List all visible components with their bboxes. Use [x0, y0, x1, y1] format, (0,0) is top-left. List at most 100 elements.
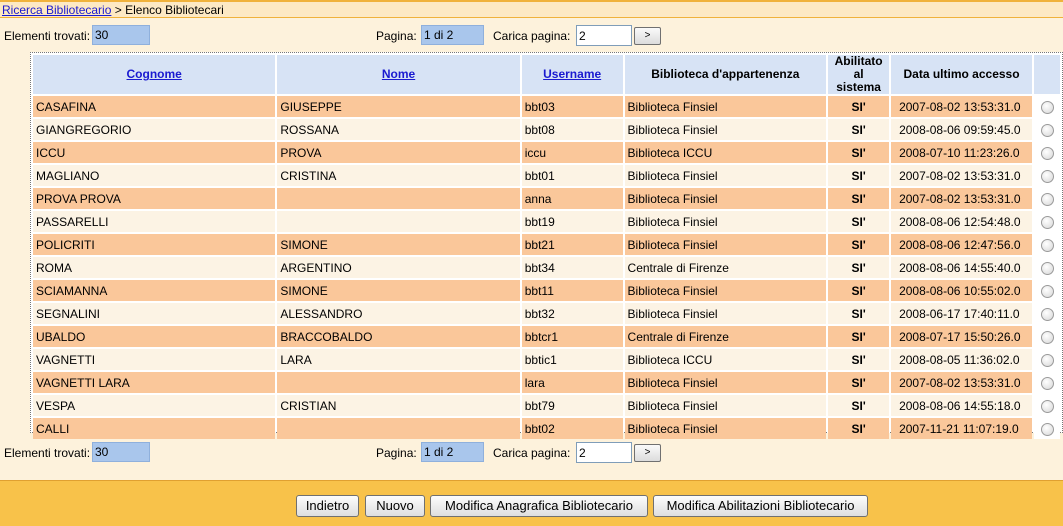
cell-nome: SIMONE — [277, 234, 520, 255]
cell-data: 2007-11-21 11:07:19.0 — [891, 418, 1032, 439]
cell-username: bbt79 — [521, 395, 623, 416]
cell-select — [1034, 96, 1060, 117]
cell-cognome: CALLI — [33, 418, 276, 439]
load-page-label: Carica pagina: — [493, 446, 571, 460]
found-count: 30 — [92, 442, 150, 462]
sort-cognome-link[interactable]: Cognome — [127, 67, 182, 81]
cell-select — [1034, 234, 1060, 255]
row-select-radio[interactable] — [1040, 307, 1054, 321]
indietro-button[interactable]: Indietro — [296, 495, 359, 517]
cell-select — [1034, 418, 1060, 439]
bibliotecari-table-container: Cognome Nome Username Biblioteca d'appar… — [30, 52, 1063, 439]
row-select-radio[interactable] — [1040, 376, 1054, 390]
cell-username: bbt11 — [521, 280, 623, 301]
table-row[interactable]: CASAFINA GIUSEPPE bbt03 Biblioteca Finsiel S… — [33, 96, 1060, 117]
cell-abilitato: SI' — [828, 303, 890, 324]
row-select-radio[interactable] — [1040, 422, 1054, 436]
row-select-radio[interactable] — [1040, 100, 1054, 114]
table-row[interactable]: CALLI bbt02 Biblioteca Finsiel SI' 2007-11-2… — [33, 418, 1060, 439]
cell-abilitato: SI' — [828, 326, 890, 347]
cell-biblioteca: Biblioteca Finsiel — [624, 395, 827, 416]
modifica-anagrafica-button[interactable]: Modifica Anagrafica Bibliotecario — [430, 495, 648, 517]
cell-biblioteca: Biblioteca Finsiel — [624, 372, 827, 393]
cell-nome: CRISTIAN — [277, 395, 520, 416]
cell-cognome: PROVA PROVA — [33, 188, 276, 209]
breadcrumb: Ricerca Bibliotecario > Elenco Bibliotec… — [0, 2, 1063, 18]
col-header-data: Data ultimo accesso — [891, 55, 1032, 94]
page-label: Pagina: — [376, 29, 417, 43]
load-page-input[interactable] — [576, 25, 632, 46]
cell-abilitato: SI' — [828, 119, 890, 140]
cell-data: 2008-08-06 12:54:48.0 — [891, 211, 1032, 232]
cell-biblioteca: Centrale di Firenze — [624, 257, 827, 278]
load-page-input[interactable] — [576, 442, 632, 463]
cell-select — [1034, 188, 1060, 209]
row-select-radio[interactable] — [1040, 353, 1054, 367]
cell-abilitato: SI' — [828, 165, 890, 186]
row-select-radio[interactable] — [1040, 146, 1054, 160]
cell-data: 2008-08-06 12:47:56.0 — [891, 234, 1032, 255]
cell-data: 2008-07-10 11:23:26.0 — [891, 142, 1032, 163]
cell-data: 2008-06-17 17:40:11.0 — [891, 303, 1032, 324]
col-header-abilitato: Abilitato al sistema — [828, 55, 890, 94]
cell-biblioteca: Biblioteca Finsiel — [624, 96, 827, 117]
sort-username-link[interactable]: Username — [543, 67, 601, 81]
table-row[interactable]: VAGNETTI LARA bbtic1 Biblioteca ICCU SI' 2008… — [33, 349, 1060, 370]
cell-biblioteca: Biblioteca ICCU — [624, 349, 827, 370]
table-row[interactable]: VAGNETTI LARA lara Biblioteca Finsiel SI' 20… — [33, 372, 1060, 393]
cell-nome: LARA — [277, 349, 520, 370]
nuovo-button[interactable]: Nuovo — [365, 495, 425, 517]
cell-data: 2007-08-02 13:53:31.0 — [891, 372, 1032, 393]
table-row[interactable]: POLICRITI SIMONE bbt21 Biblioteca Finsiel SI… — [33, 234, 1060, 255]
cell-cognome: CASAFINA — [33, 96, 276, 117]
row-select-radio[interactable] — [1040, 399, 1054, 413]
cell-biblioteca: Biblioteca Finsiel — [624, 280, 827, 301]
row-select-radio[interactable] — [1040, 238, 1054, 252]
footer-toolbar: Indietro Nuovo Modifica Anagrafica Bibli… — [0, 480, 1063, 526]
breadcrumb-separator: > — [114, 3, 122, 17]
table-row[interactable]: PASSARELLI bbt19 Biblioteca Finsiel SI' 2008… — [33, 211, 1060, 232]
table-row[interactable]: VESPA CRISTIAN bbt79 Biblioteca Finsiel SI' 2… — [33, 395, 1060, 416]
cell-username: bbt02 — [521, 418, 623, 439]
table-row[interactable]: SEGNALINI ALESSANDRO bbt32 Biblioteca Finsi… — [33, 303, 1060, 324]
row-select-radio[interactable] — [1040, 192, 1054, 206]
page-indicator: 1 di 2 — [421, 442, 484, 462]
row-select-radio[interactable] — [1040, 215, 1054, 229]
cell-data: 2007-08-02 13:53:31.0 — [891, 188, 1032, 209]
table-row[interactable]: SCIAMANNA SIMONE bbt11 Biblioteca Finsiel SI… — [33, 280, 1060, 301]
modifica-abilitazioni-button[interactable]: Modifica Abilitazioni Bibliotecario — [653, 495, 868, 517]
table-row[interactable]: PROVA PROVA anna Biblioteca Finsiel SI' 2007… — [33, 188, 1060, 209]
cell-select — [1034, 211, 1060, 232]
table-row[interactable]: MAGLIANO CRISTINA bbt01 Biblioteca Finsiel S… — [33, 165, 1060, 186]
found-label: Elementi trovati: — [4, 29, 91, 43]
table-row[interactable]: ICCU PROVA iccu Biblioteca ICCU SI' 2008-07-1… — [33, 142, 1060, 163]
row-select-radio[interactable] — [1040, 261, 1054, 275]
cell-data: 2007-08-02 13:53:31.0 — [891, 165, 1032, 186]
page-indicator: 1 di 2 — [421, 25, 484, 45]
row-select-radio[interactable] — [1040, 123, 1054, 137]
load-page-go-button[interactable]: > — [634, 27, 661, 45]
col-header-cognome: Cognome — [33, 55, 276, 94]
found-label: Elementi trovati: — [4, 446, 91, 460]
cell-biblioteca: Biblioteca Finsiel — [624, 211, 827, 232]
row-select-radio[interactable] — [1040, 330, 1054, 344]
cell-biblioteca: Biblioteca Finsiel — [624, 188, 827, 209]
bibliotecari-table: Cognome Nome Username Biblioteca d'appar… — [31, 53, 1062, 441]
load-page-go-button[interactable]: > — [634, 444, 661, 462]
table-row[interactable]: UBALDO BRACCOBALDO bbtcr1 Centrale di Firen… — [33, 326, 1060, 347]
cell-select — [1034, 119, 1060, 140]
cell-username: bbt32 — [521, 303, 623, 324]
table-row[interactable]: GIANGREGORIO ROSSANA bbt08 Biblioteca Finsi… — [33, 119, 1060, 140]
cell-abilitato: SI' — [828, 211, 890, 232]
table-row[interactable]: ROMA ARGENTINO bbt34 Centrale di Firenze SI'… — [33, 257, 1060, 278]
sort-nome-link[interactable]: Nome — [382, 67, 415, 81]
cell-nome: GIUSEPPE — [277, 96, 520, 117]
cell-cognome: VAGNETTI LARA — [33, 372, 276, 393]
cell-select — [1034, 165, 1060, 186]
row-select-radio[interactable] — [1040, 284, 1054, 298]
cell-biblioteca: Biblioteca Finsiel — [624, 165, 827, 186]
breadcrumb-link-ricerca[interactable]: Ricerca Bibliotecario — [2, 3, 111, 17]
row-select-radio[interactable] — [1040, 169, 1054, 183]
cell-cognome: VESPA — [33, 395, 276, 416]
cell-cognome: GIANGREGORIO — [33, 119, 276, 140]
